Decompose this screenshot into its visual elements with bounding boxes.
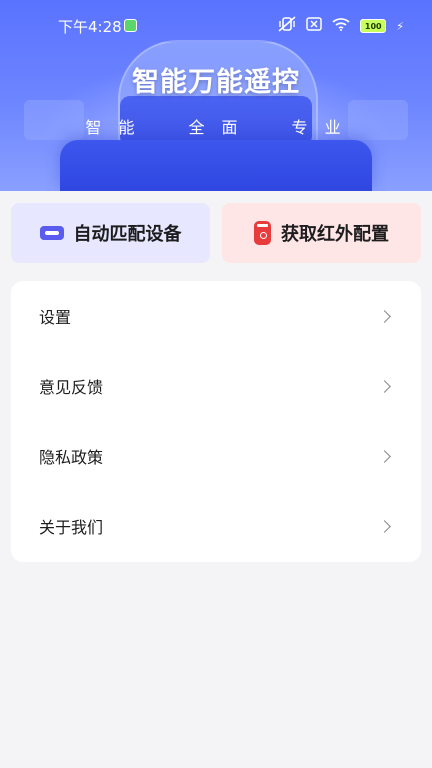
menu-item-label: 隐私政策 (39, 448, 104, 467)
hero-tag: 智 能 (85, 118, 141, 137)
wifi-icon (332, 17, 350, 35)
page-title: 智能万能遥控 (132, 67, 300, 98)
notification-icon (124, 19, 137, 32)
chevron-right-icon (378, 379, 391, 393)
chevron-right-icon (378, 449, 391, 463)
hero-bed (60, 140, 372, 191)
ir-config-button[interactable]: 获取红外配置 (222, 203, 421, 263)
status-time: 下午4:28 (58, 18, 122, 36)
charging-icon: ⚡ (396, 19, 404, 33)
settings-menu: 设置 意见反馈 隐私政策 关于我们 (11, 281, 421, 562)
hero-tag: 全 面 (188, 118, 244, 137)
remote-icon (254, 221, 271, 245)
status-bar: 下午4:28 100 ⚡ (0, 0, 432, 50)
device-icon (39, 226, 64, 240)
battery-icon: 100 (360, 19, 387, 33)
status-icons: 100 ⚡ (278, 16, 404, 36)
hero-tag: 专 业 (291, 118, 347, 137)
menu-item-feedback[interactable]: 意见反馈 (11, 351, 421, 421)
menu-item-privacy[interactable]: 隐私政策 (11, 421, 421, 491)
menu-item-label: 设置 (39, 308, 72, 327)
menu-item-label: 关于我们 (39, 518, 104, 537)
auto-match-button[interactable]: 自动匹配设备 (11, 203, 210, 263)
vibrate-off-icon (278, 16, 296, 36)
hero-tags: 智 能 全 面 专 业 (0, 114, 432, 138)
chevron-right-icon (378, 519, 391, 533)
sim-off-icon (306, 17, 323, 35)
ir-config-label: 获取红外配置 (281, 224, 389, 245)
chevron-right-icon (378, 309, 391, 323)
menu-item-label: 意见反馈 (39, 378, 104, 397)
menu-item-settings[interactable]: 设置 (11, 281, 421, 351)
menu-item-about[interactable]: 关于我们 (11, 491, 421, 561)
auto-match-label: 自动匹配设备 (73, 224, 182, 245)
